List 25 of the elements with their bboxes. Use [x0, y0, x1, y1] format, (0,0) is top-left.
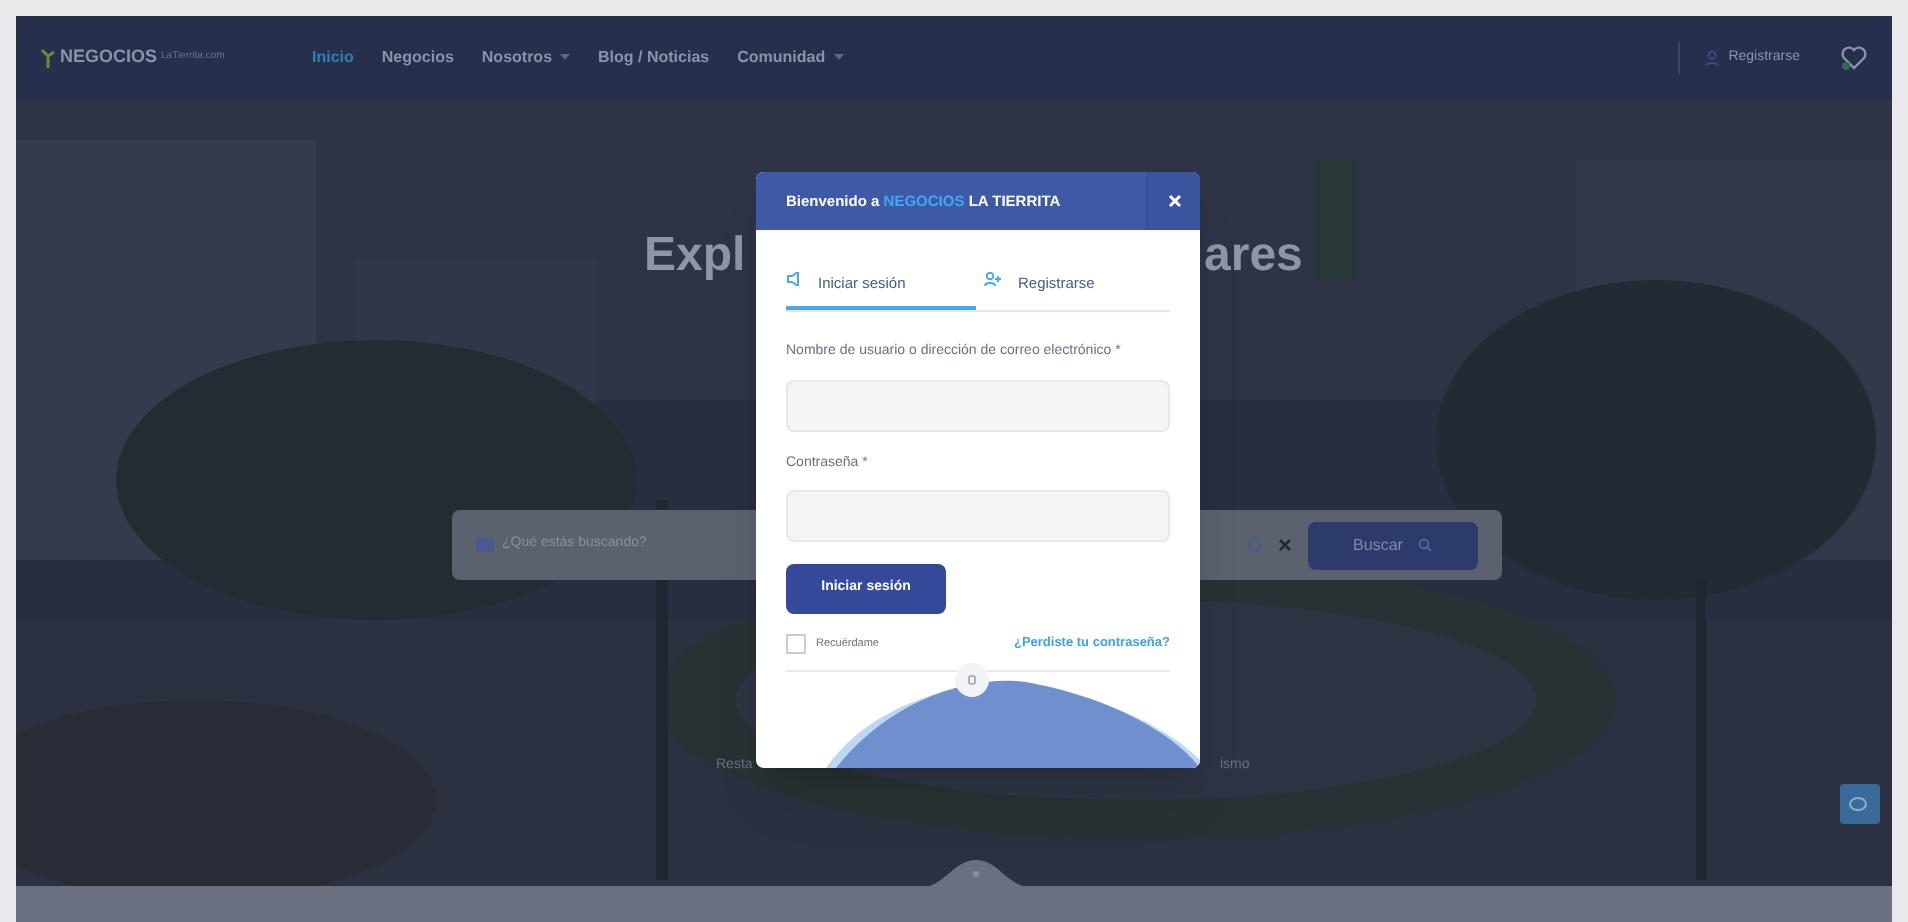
- nav-link[interactable]: Inicio: [312, 46, 354, 70]
- nav-link[interactable]: Nosotros: [481, 46, 571, 70]
- caret-icon: [833, 54, 844, 62]
- hero-heading: Expl: [644, 226, 746, 286]
- close-icon[interactable]: [1278, 538, 1292, 552]
- caret-icon: [560, 54, 571, 62]
- chat-icon[interactable]: [1840, 784, 1880, 824]
- input-field[interactable]: [786, 379, 1170, 431]
- input-field[interactable]: [786, 490, 1170, 542]
- nav-link[interactable]: Comunidad: [737, 46, 844, 70]
- heart-icon[interactable]: [1840, 44, 1868, 72]
- search-icon: [1418, 538, 1433, 552]
- nav-link[interactable]: Negocios: [381, 46, 454, 70]
- remember-checkbox[interactable]: [786, 634, 806, 654]
- hero-heading: ares: [1204, 226, 1303, 286]
- map-icon: [476, 538, 494, 552]
- add-user-icon: [984, 272, 1002, 286]
- sprout-icon: [40, 48, 56, 68]
- nav-link[interactable]: Blog / Noticias: [598, 46, 710, 70]
- search-button[interactable]: Buscar: [1308, 521, 1478, 569]
- close-icon: [1167, 194, 1181, 208]
- megaphone-icon: [786, 272, 802, 286]
- user-icon: [1704, 50, 1721, 66]
- logo-text: NEGOCIOS: [60, 44, 158, 71]
- close-button[interactable]: [1146, 172, 1200, 230]
